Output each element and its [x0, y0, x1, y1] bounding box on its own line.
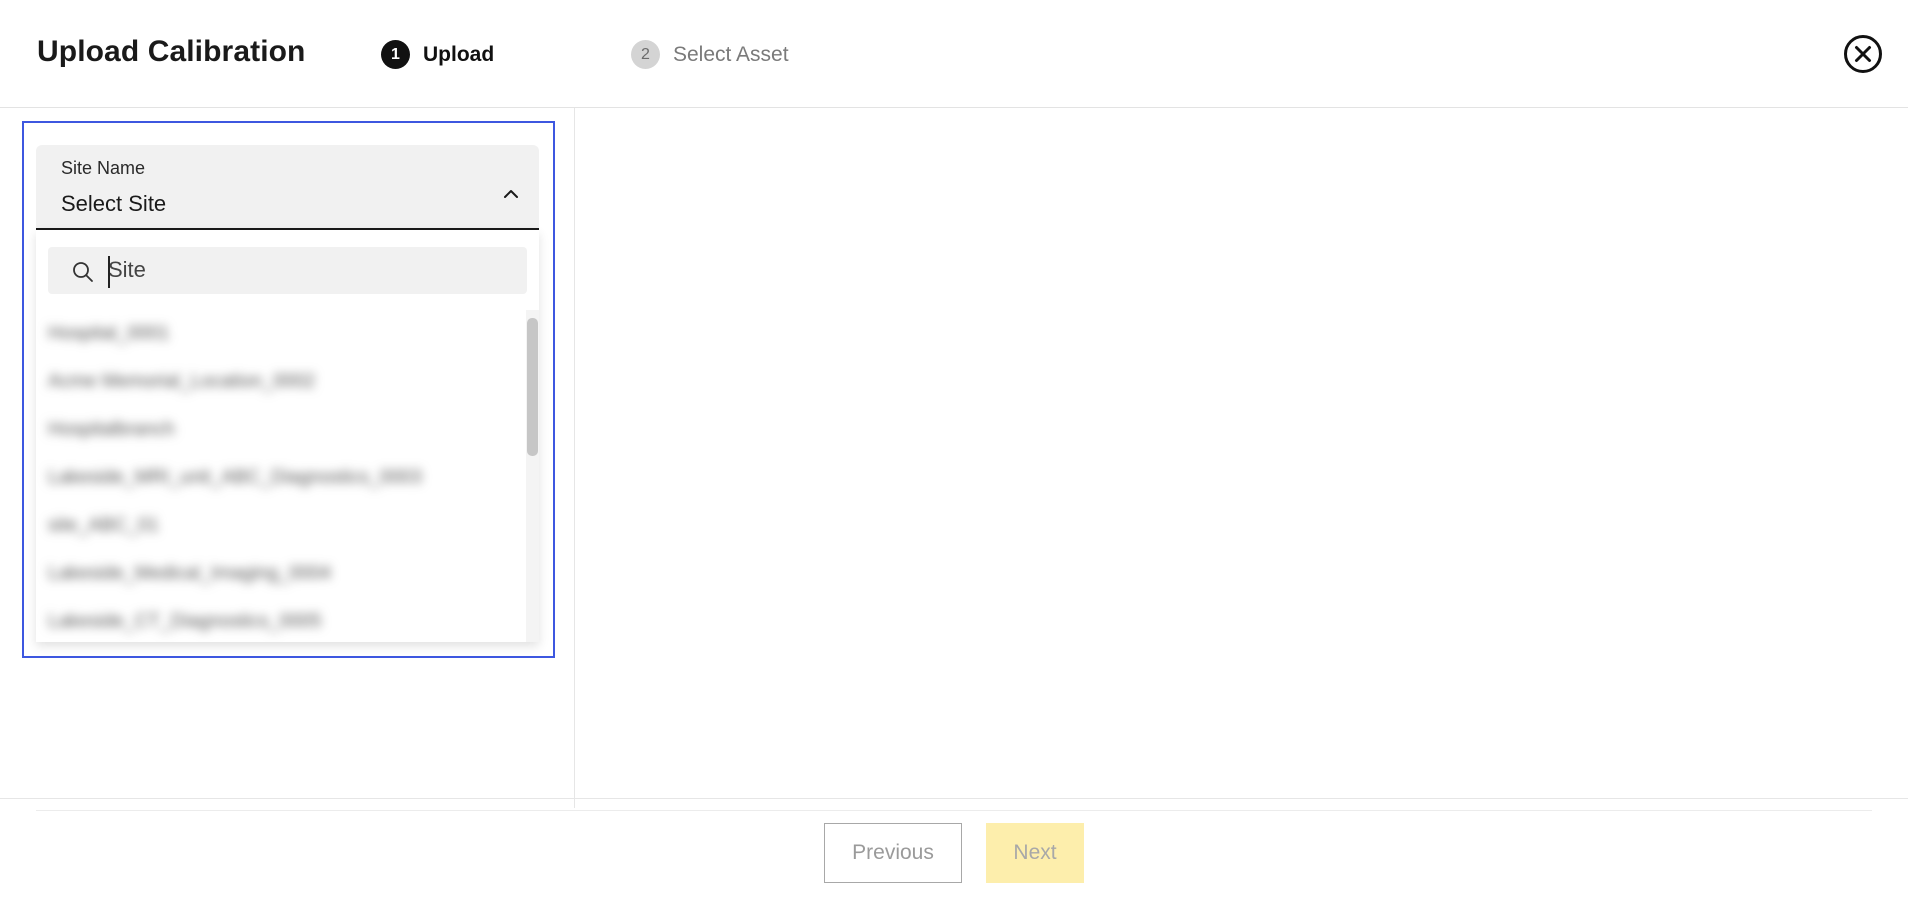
site-option[interactable]: Acme Memorial_Location_0002	[36, 358, 526, 406]
search-icon	[73, 262, 93, 282]
close-circle-icon	[1844, 35, 1882, 73]
dialog-title: Upload Calibration	[37, 35, 306, 68]
site-option[interactable]: site_ABC_01	[36, 502, 526, 550]
step-upload: 1 Upload	[381, 40, 494, 69]
site-search-box	[48, 247, 527, 294]
site-option-label: Lakeside_Medical_Imaging_0004	[48, 563, 332, 584]
step-number-badge: 2	[631, 40, 660, 69]
site-options-list: Hospital_0001 Acme Memorial_Location_000…	[36, 310, 526, 642]
step-select-asset: 2 Select Asset	[631, 40, 789, 69]
step-label: Upload	[423, 42, 495, 66]
site-search-input[interactable]	[108, 253, 508, 287]
site-option-label: Lakeside_CT_Diagnostics_0005	[48, 611, 322, 632]
text-cursor	[108, 256, 110, 288]
footer-divider-inner	[36, 810, 1872, 811]
step-number-badge: 1	[381, 40, 410, 69]
site-dropdown: Hospital_0001 Acme Memorial_Location_000…	[36, 230, 539, 642]
site-name-label: Site Name	[61, 158, 146, 178]
site-option[interactable]: Lakeside_CT_Diagnostics_0005	[36, 598, 526, 642]
dropdown-scrollbar-thumb[interactable]	[527, 318, 538, 456]
site-option-label: Hospital_0001	[48, 323, 170, 344]
site-option[interactable]: Hospital_0001	[36, 310, 526, 358]
footer-divider	[0, 798, 1908, 799]
site-option-label: Acme Memorial_Location_0002	[48, 371, 316, 392]
chevron-up-icon	[504, 190, 518, 198]
site-option[interactable]: Hospitalbranch	[36, 406, 526, 454]
next-button[interactable]: Next	[986, 823, 1084, 883]
dialog-header: Upload Calibration 1 Upload 2 Select Ass…	[0, 0, 1908, 108]
site-option[interactable]: Lakeside_Medical_Imaging_0004	[36, 550, 526, 598]
close-button[interactable]	[1843, 34, 1883, 74]
site-select-value: Select Site	[61, 191, 167, 216]
site-name-select[interactable]: Site Name Select Site	[36, 145, 539, 230]
site-option-label: site_ABC_01	[48, 515, 159, 536]
site-option-label: Lakeside_MRI_unit_ABC_Diagnostics_0003	[48, 467, 422, 488]
upload-calibration-dialog: Upload Calibration 1 Upload 2 Select Ass…	[0, 0, 1908, 906]
step-label: Select Asset	[673, 42, 789, 66]
site-option[interactable]: Lakeside_MRI_unit_ABC_Diagnostics_0003	[36, 454, 526, 502]
site-option-label: Hospitalbranch	[48, 419, 175, 440]
previous-button[interactable]: Previous	[824, 823, 962, 883]
